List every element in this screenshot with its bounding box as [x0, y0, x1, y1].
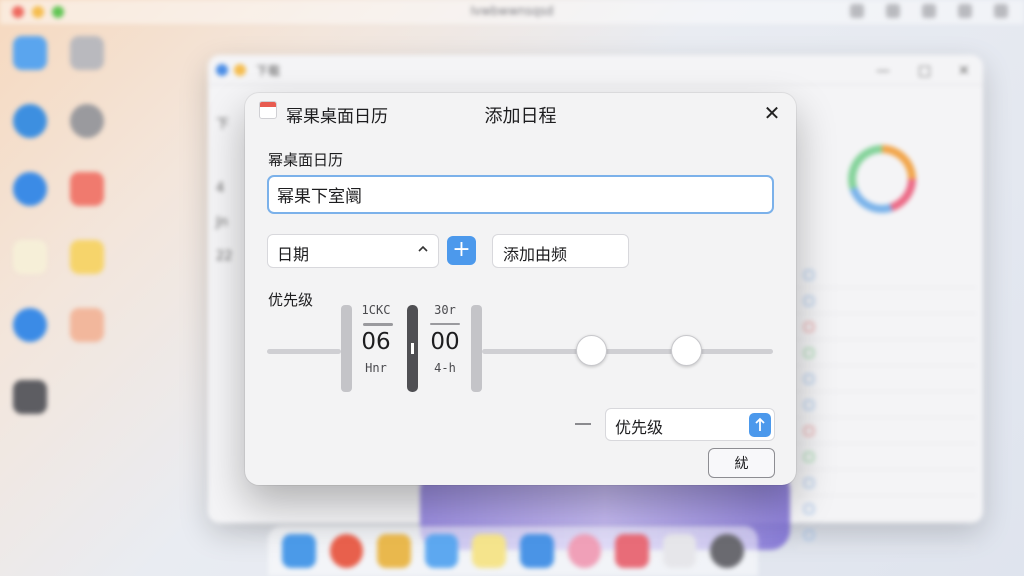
hour-prev-value: 1CKC — [361, 303, 391, 317]
search-icon[interactable] — [922, 4, 936, 18]
priority-select-value: 优先级 — [615, 418, 664, 437]
priority-label: 优先级 — [268, 291, 314, 309]
slider-track-right[interactable] — [482, 349, 773, 354]
add-frequency-label: 添加由频 — [503, 245, 568, 264]
list-item[interactable] — [798, 314, 976, 340]
slider-knob-start[interactable] — [576, 335, 607, 366]
list-item[interactable] — [798, 392, 976, 418]
minute-value: 00 — [430, 329, 460, 355]
picker-bracket-left — [341, 305, 352, 392]
maps-icon[interactable] — [519, 534, 554, 568]
desktop-icon[interactable] — [5, 104, 55, 142]
menu-bar: Ivwbwwnsqsd — [0, 0, 1024, 24]
dialog-header: 幂果桌面日历 添加日程 ✕ — [245, 93, 796, 135]
add-event-dialog: 幂果桌面日历 添加日程 ✕ 幂桌面日历 日期 + 添加由频 优先级 1CKC 0… — [245, 93, 796, 485]
wifi-icon[interactable] — [850, 4, 864, 18]
desktop-icon[interactable] — [62, 240, 112, 278]
finder-icon[interactable] — [282, 534, 316, 568]
minimize-window-dot[interactable] — [234, 64, 246, 76]
stickies-icon[interactable] — [472, 534, 506, 568]
minute-prev-value: 30r — [434, 303, 456, 317]
minus-icon[interactable] — [575, 423, 591, 425]
progress-ring — [848, 145, 916, 213]
select-arrow-icon — [749, 413, 771, 437]
hour-value: 06 — [361, 329, 391, 355]
chrome-icon[interactable] — [329, 534, 364, 568]
confirm-button[interactable]: 紌 — [708, 448, 775, 478]
tab-downloads[interactable]: 下载 — [256, 62, 280, 79]
list-item[interactable] — [798, 444, 976, 470]
desktop-icon[interactable] — [62, 36, 112, 74]
dialog-title: 添加日程 — [484, 106, 557, 127]
menu-icon[interactable] — [994, 4, 1008, 18]
list-item[interactable] — [798, 366, 976, 392]
music-icon[interactable] — [615, 534, 649, 568]
desktop-icon[interactable] — [62, 172, 112, 210]
close-icon[interactable]: ✕ — [958, 63, 970, 79]
notes-icon[interactable] — [377, 534, 411, 568]
plus-icon: + — [452, 237, 471, 262]
picker-bracket-right — [471, 305, 482, 392]
battery-icon[interactable] — [886, 4, 900, 18]
desktop-icon[interactable] — [5, 308, 55, 346]
desktop-icon[interactable] — [5, 380, 55, 418]
list-item[interactable] — [798, 470, 976, 496]
list-item[interactable] — [798, 496, 976, 522]
picker-divider[interactable] — [407, 305, 418, 392]
date-select[interactable]: 日期 — [267, 234, 439, 268]
slider-knob-end[interactable] — [671, 335, 702, 366]
desktop-icon[interactable] — [5, 240, 55, 278]
desktop-icon[interactable] — [62, 308, 112, 346]
photos-icon[interactable] — [567, 534, 602, 568]
document-icon[interactable] — [662, 534, 697, 568]
hour-next-value: Hnr — [365, 361, 387, 375]
close-icon[interactable]: ✕ — [760, 101, 784, 125]
priority-select[interactable]: 优先级 — [605, 408, 775, 441]
background-window-titlebar: 下载 — □ ✕ — [208, 55, 983, 85]
hour-marker — [363, 323, 393, 326]
back-window-right-list — [798, 262, 976, 548]
list-item[interactable] — [798, 522, 976, 548]
list-item[interactable] — [798, 288, 976, 314]
slider-track-left[interactable] — [267, 349, 341, 354]
add-button[interactable]: + — [447, 236, 476, 265]
title-section-label: 幂桌面日历 — [268, 151, 344, 169]
list-item[interactable] — [798, 418, 976, 444]
event-title-input[interactable] — [267, 175, 774, 214]
desktop-icon[interactable] — [5, 36, 55, 74]
desktop-icon[interactable] — [5, 172, 55, 210]
minute-picker[interactable]: 30r 00 4-h — [425, 303, 465, 375]
list-item[interactable] — [798, 262, 976, 288]
minimize-icon[interactable]: — — [876, 63, 890, 79]
desktop-icon[interactable] — [62, 104, 112, 142]
date-select-label: 日期 — [277, 245, 310, 264]
hour-picker[interactable]: 1CKC 06 Hnr — [355, 303, 397, 375]
control-center-icon[interactable] — [958, 4, 972, 18]
close-window-dot[interactable] — [216, 64, 228, 76]
status-icons — [850, 4, 1008, 18]
minute-marker — [430, 323, 460, 325]
chevron-up-icon — [418, 245, 428, 252]
maximize-icon[interactable]: □ — [918, 63, 931, 79]
minute-next-value: 4-h — [434, 361, 456, 375]
add-frequency-button[interactable]: 添加由频 — [492, 234, 629, 268]
list-item[interactable] — [798, 340, 976, 366]
dock — [268, 526, 758, 576]
settings-icon[interactable] — [710, 534, 744, 568]
mail-icon[interactable] — [424, 534, 459, 568]
